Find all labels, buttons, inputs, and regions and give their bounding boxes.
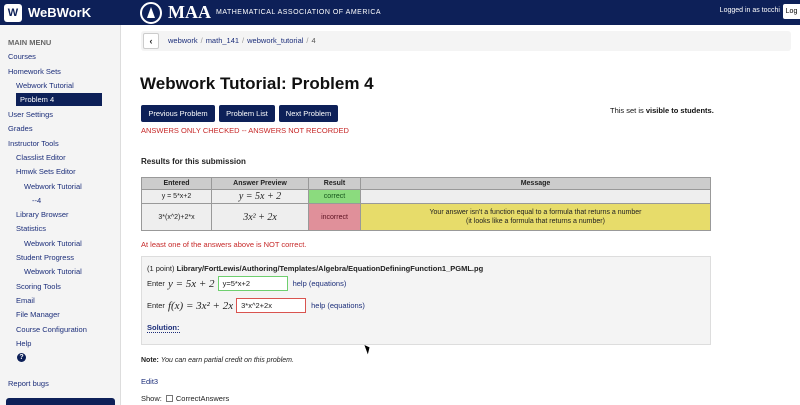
entered-cell: y = 5*x+2 — [141, 189, 212, 204]
sidebar-item-email[interactable]: Email — [16, 296, 35, 305]
sidebar-item-course-configuration[interactable]: Course Configuration — [16, 325, 87, 334]
sidebar: MAIN MENU Courses Homework Sets Webwork … — [0, 25, 121, 405]
logout-button[interactable]: Log — [783, 4, 800, 19]
logged-in-text: Logged in as tocchi — [719, 7, 780, 14]
answer-row-1: Enter y = 5x + 2 y=5*x+2 help (equations… — [147, 276, 346, 291]
col-result: Result — [308, 177, 361, 190]
breadcrumb-separator: / — [306, 36, 309, 45]
correct-answers-label[interactable]: CorrectAnswers — [176, 394, 229, 403]
breadcrumb-trail: webwork / math_141/webwork_tutorial/4 — [168, 36, 316, 45]
sidebar-item-file-manager[interactable]: File Manager — [16, 310, 60, 319]
help-equations-link[interactable]: help (equations) — [311, 301, 365, 310]
result-incorrect-badge: incorrect — [308, 203, 361, 231]
breadcrumb-math-141[interactable]: math_141 — [206, 36, 239, 45]
sidebar-item-library-browser[interactable]: Library Browser — [16, 210, 69, 219]
enter-label: Enter — [147, 301, 165, 310]
breadcrumb-webwork-tutorial[interactable]: webwork_tutorial — [247, 36, 303, 45]
answer-input-2[interactable]: 3*x^2+2x — [236, 298, 307, 313]
sidebar-item-homework-sets[interactable]: Homework Sets — [8, 67, 61, 76]
maa-logo[interactable]: MAA MATHEMATICAL ASSOCIATION OF AMERICA — [140, 1, 381, 24]
show-label: Show: — [141, 394, 162, 403]
results-heading: Results for this submission — [141, 157, 246, 166]
breadcrumb-separator: / — [242, 36, 245, 45]
table-row: 3*(x^2)+2*x 3x² + 2x incorrect Your answ… — [141, 203, 711, 231]
sidebar-item-scoring-tools[interactable]: Scoring Tools — [16, 282, 61, 291]
message-line-2: (it looks like a formula that returns a … — [466, 218, 605, 225]
correct-answers-checkbox[interactable] — [165, 395, 173, 402]
show-options: Show: CorrectAnswers — [141, 394, 229, 403]
sidebar-item-statistics[interactable]: Statistics — [16, 224, 46, 233]
results-header-row: Entered Answer Preview Result Message — [141, 177, 711, 190]
entered-cell: 3*(x^2)+2*x — [141, 203, 212, 231]
sidebar-item-classlist-editor[interactable]: Classlist Editor — [16, 153, 66, 162]
sidebar-item-editor-webwork-tutorial[interactable]: Webwork Tutorial — [24, 182, 82, 191]
problem-header: (1 point) Library/FortLewis/Authoring/Te… — [147, 264, 483, 273]
maa-name: MAA — [168, 2, 211, 22]
sidebar-item-help[interactable]: Help — [16, 339, 31, 348]
visibility-status: This set is visible to students. — [610, 106, 714, 115]
app-name: WeBWorK — [28, 5, 92, 20]
answer-row-2: Enter f(x) = 3x² + 2x 3*x^2+2x help (equ… — [147, 298, 365, 313]
problem-points: (1 point) — [147, 264, 175, 273]
table-row: y = 5*x+2 y = 5x + 2 correct — [141, 189, 711, 204]
page-title: Webwork Tutorial: Problem 4 — [140, 74, 374, 93]
message-cell: Your answer isn't a function equal to a … — [360, 203, 711, 231]
partial-credit-note: Note: You can earn partial credit on thi… — [141, 357, 294, 364]
message-cell — [360, 189, 711, 204]
not-recorded-warning: ANSWERS ONLY CHECKED -- ANSWERS NOT RECO… — [141, 126, 349, 135]
sidebar-item-grades[interactable]: Grades — [8, 124, 33, 133]
incorrect-warning: At least one of the answers above is NOT… — [141, 240, 307, 249]
main-menu-heading: MAIN MENU — [8, 38, 52, 47]
mouse-cursor-icon — [364, 343, 372, 355]
question-circle-icon[interactable]: ? — [17, 353, 26, 362]
col-message: Message — [360, 177, 711, 190]
visibility-value: visible to students. — [645, 106, 714, 115]
sidebar-bottom-button[interactable] — [6, 398, 115, 405]
webwork-logo-icon: W — [4, 3, 22, 22]
note-label: Note: — [141, 357, 159, 364]
webwork-logo[interactable]: W WeBWorK — [4, 2, 91, 23]
equation-1: y = 5x + 2 — [167, 277, 215, 290]
breadcrumb: ‹ webwork / math_141/webwork_tutorial/4 — [141, 31, 791, 51]
col-entered: Entered — [141, 177, 212, 190]
solution-toggle[interactable]: Solution: — [147, 323, 180, 333]
sidebar-item-stats-webwork-tutorial[interactable]: Webwork Tutorial — [24, 239, 82, 248]
answer-input-1[interactable]: y=5*x+2 — [217, 276, 288, 291]
col-answer-preview: Answer Preview — [211, 177, 309, 190]
results-table: Entered Answer Preview Result Message y … — [141, 177, 711, 231]
sidebar-item-editor-problem-4[interactable]: --4 — [32, 196, 41, 205]
problem-list-button[interactable]: Problem List — [219, 105, 275, 122]
preview-cell: 3x² + 2x — [211, 203, 309, 231]
help-equations-link[interactable]: help (equations) — [293, 279, 347, 288]
edit3-link[interactable]: Edit3 — [141, 377, 158, 386]
maa-seal-icon — [140, 1, 162, 24]
top-navbar: W WeBWorK MAA MATHEMATICAL ASSOCIATION O… — [0, 0, 800, 25]
note-text: You can earn partial credit on this prob… — [160, 357, 294, 364]
equation-2: f(x) = 3x² + 2x — [167, 299, 234, 312]
next-problem-button[interactable]: Next Problem — [279, 105, 338, 122]
preview-cell: y = 5x + 2 — [211, 189, 309, 204]
sidebar-item-instructor-tools[interactable]: Instructor Tools — [8, 139, 59, 148]
breadcrumb-current: 4 — [311, 36, 316, 45]
sidebar-item-hmwk-sets-editor[interactable]: Hmwk Sets Editor — [16, 167, 76, 176]
problem-path: Library/FortLewis/Authoring/Templates/Al… — [176, 264, 484, 273]
previous-problem-button[interactable]: Previous Problem — [141, 105, 215, 122]
chevron-left-icon[interactable]: ‹ — [143, 33, 159, 49]
sidebar-item-student-progress[interactable]: Student Progress — [16, 253, 74, 262]
main-content: ‹ webwork / math_141/webwork_tutorial/4 We… — [121, 25, 800, 405]
sidebar-item-user-settings[interactable]: User Settings — [8, 110, 53, 119]
maa-full-name: MATHEMATICAL ASSOCIATION OF AMERICA — [216, 9, 382, 16]
message-line-1: Your answer isn't a function equal to a … — [429, 208, 642, 216]
enter-label: Enter — [147, 279, 165, 288]
sidebar-item-report-bugs[interactable]: Report bugs — [8, 379, 49, 388]
sidebar-item-webwork-tutorial[interactable]: Webwork Tutorial — [16, 81, 74, 90]
problem-body: (1 point) Library/FortLewis/Authoring/Te… — [141, 256, 711, 345]
result-correct-badge: correct — [308, 189, 361, 204]
breadcrumb-webwork[interactable]: webwork — [168, 36, 198, 45]
visibility-prefix: This set is — [610, 106, 646, 115]
sidebar-item-problem-4[interactable]: Problem 4 — [16, 93, 102, 106]
sidebar-item-progress-webwork-tutorial[interactable]: Webwork Tutorial — [24, 267, 82, 276]
sidebar-item-courses[interactable]: Courses — [8, 52, 36, 61]
breadcrumb-separator: / — [200, 36, 203, 45]
